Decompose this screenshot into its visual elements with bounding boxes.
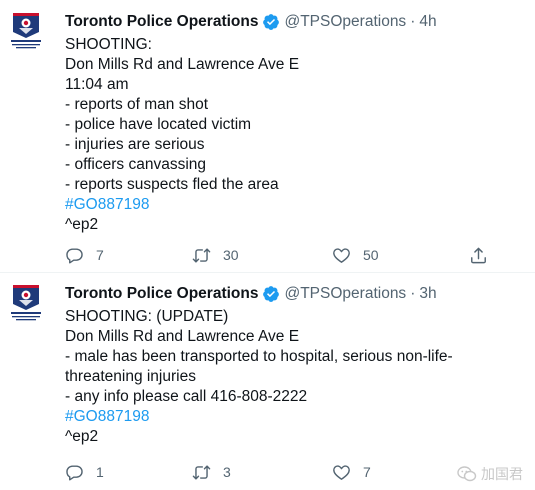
like-count: 7 [363, 464, 371, 480]
tweet-line: - police have located victim [65, 116, 252, 133]
tweet-line: Don Mills Rd and Lawrence Ave E [65, 328, 300, 345]
reply-count: 7 [96, 247, 104, 263]
retweet-button[interactable]: 30 [192, 243, 239, 267]
police-badge-icon [11, 13, 41, 49]
reply-button[interactable]: 7 [65, 243, 104, 267]
tweet-actions: 1 3 7 [65, 460, 505, 484]
retweet-count: 30 [223, 247, 239, 263]
like-button[interactable]: 50 [332, 243, 379, 267]
like-button[interactable]: 7 [332, 460, 371, 484]
author-handle[interactable]: @TPSOperations [284, 283, 406, 305]
reply-button[interactable]: 1 [65, 460, 104, 484]
verified-badge-icon [263, 14, 280, 30]
watermark: 加国君 [457, 464, 523, 484]
avatar[interactable] [10, 12, 42, 52]
separator-dot: · [410, 13, 416, 30]
avatar[interactable] [10, 284, 42, 324]
like-count: 50 [363, 247, 379, 263]
tweet-header: Toronto Police Operations @TPSOperations… [65, 11, 437, 33]
signature: ^ep2 [65, 216, 99, 233]
tweet-line: - reports of man shot [65, 96, 209, 113]
tweet-line: 11:04 am [65, 76, 129, 93]
reply-icon [66, 247, 83, 263]
share-button[interactable] [469, 243, 500, 267]
police-badge-icon [11, 285, 41, 321]
verified-badge-icon [263, 286, 280, 302]
timestamp[interactable]: 4h [419, 11, 436, 33]
tweet-line: - officers canvassing [65, 156, 206, 173]
tweet-line: Don Mills Rd and Lawrence Ave E [65, 56, 300, 73]
heart-icon [333, 464, 350, 480]
tweet-text: SHOOTING: (UPDATE) Don Mills Rd and Lawr… [65, 307, 530, 447]
tweet-text: SHOOTING: Don Mills Rd and Lawrence Ave … [65, 35, 530, 235]
heart-icon [333, 247, 350, 263]
tweet-line: - any info please call 416-808-2222 [65, 388, 308, 405]
separator-dot: · [410, 285, 416, 302]
tweet-line: SHOOTING: [65, 36, 152, 53]
tweet[interactable]: Toronto Police Operations @TPSOperations… [0, 272, 535, 490]
tweet-line: - reports suspects fled the area [65, 176, 279, 193]
author-handle[interactable]: @TPSOperations [284, 11, 406, 33]
retweet-count: 3 [223, 464, 231, 480]
tweet-actions: 7 30 50 [65, 243, 505, 267]
share-icon [471, 247, 486, 263]
tweet[interactable]: Toronto Police Operations @TPSOperations… [0, 0, 535, 272]
reply-icon [66, 464, 83, 480]
tweet-header: Toronto Police Operations @TPSOperations… [65, 283, 437, 305]
tweet-line: SHOOTING: (UPDATE) [65, 308, 229, 325]
tweet-line: - male has been transported to hospital,… [65, 348, 453, 385]
tweet-line: - injuries are serious [65, 136, 205, 153]
wechat-icon [457, 466, 477, 482]
retweet-icon [192, 464, 211, 480]
retweet-icon [192, 247, 211, 263]
signature: ^ep2 [65, 428, 99, 445]
author-name[interactable]: Toronto Police Operations [65, 283, 258, 305]
reply-count: 1 [96, 464, 104, 480]
watermark-text: 加国君 [481, 466, 523, 482]
hashtag-link[interactable]: #GO887198 [65, 195, 530, 215]
hashtag-link[interactable]: #GO887198 [65, 407, 530, 427]
author-name[interactable]: Toronto Police Operations [65, 11, 258, 33]
retweet-button[interactable]: 3 [192, 460, 231, 484]
timestamp[interactable]: 3h [419, 283, 436, 305]
